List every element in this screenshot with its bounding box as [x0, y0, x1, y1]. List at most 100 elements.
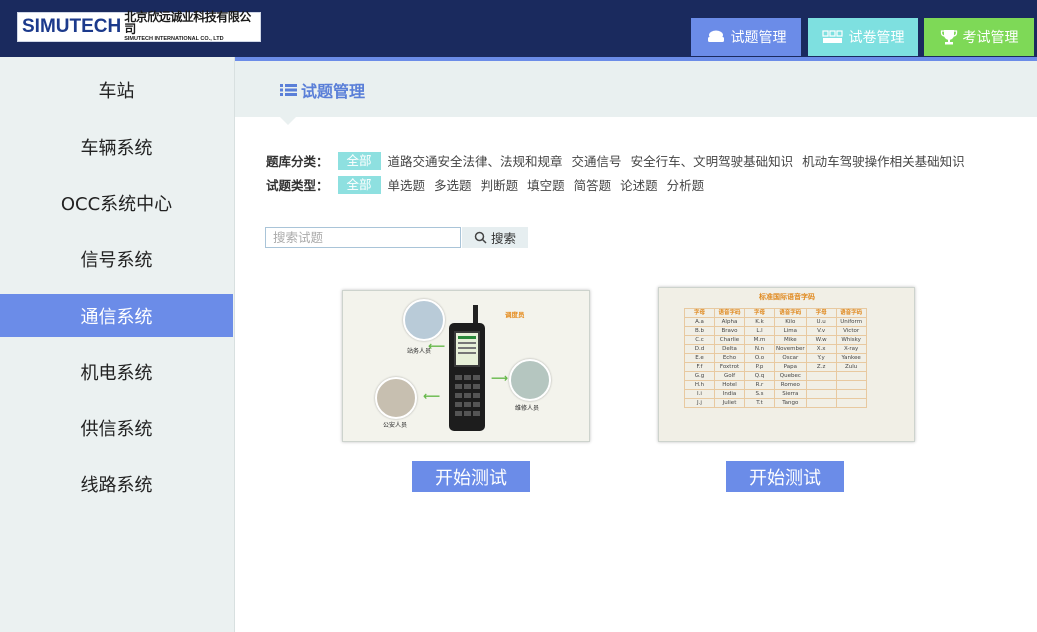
table-cell: E.e [684, 353, 715, 363]
maintenance-staff-photo [509, 359, 551, 401]
category-option[interactable]: 机动车驾驶操作相关基础知识 [802, 151, 965, 170]
type-option[interactable]: 单选题 [388, 175, 426, 194]
type-option[interactable]: 填空题 [527, 175, 565, 194]
hat-icon [707, 30, 724, 42]
table-cell: 字母 [744, 308, 775, 318]
logo-company-name: 北京欣远诚业科技有限公司 [124, 10, 251, 37]
category-option[interactable]: 交通信号 [572, 151, 622, 170]
table-cell: L.l [744, 326, 775, 336]
sidebar-item-occ-center[interactable]: OCC系统中心 [0, 181, 233, 224]
table-cell: 语音字码 [714, 308, 745, 318]
test-card-image-radio[interactable]: 站务人员 公安人员 维修人员 调度员 ⟵ ⟵ ⟶ [342, 290, 590, 442]
table-cell: Victor [835, 326, 867, 336]
table-cell: Sierra [774, 389, 807, 399]
nav-paper-management[interactable]: 试卷管理 [808, 18, 918, 56]
table-cell [805, 389, 837, 399]
table-cell: Mike [774, 335, 807, 345]
table-cell: Tango [774, 398, 807, 408]
table-row: I.i India S.s Sierra [684, 389, 867, 399]
table-cell [805, 380, 837, 390]
table-cell: Whisky [835, 335, 867, 345]
table-cell: India [714, 389, 745, 399]
table-cell: T.t [744, 398, 775, 408]
start-test-button[interactable]: 开始测试 [412, 461, 530, 492]
category-filter: 题库分类： 全部 道路交通安全法律、法规和规章 交通信号 安全行车、文明驾驶基础… [266, 151, 974, 170]
category-filter-label: 题库分类： [266, 154, 329, 169]
nav-exam-management[interactable]: 考试管理 [924, 18, 1034, 56]
table-cell: R.r [744, 380, 775, 390]
table-row: J.j Juliet T.t Tango [684, 398, 867, 408]
table-row: C.c Charlie M.m Mike W.w Whisky [684, 335, 867, 345]
table-cell: Golf [714, 371, 745, 381]
logo-text: SIMUTECH [22, 16, 122, 37]
table-cell: Y.y [805, 353, 837, 363]
table-cell [835, 371, 867, 381]
police-photo [375, 377, 417, 419]
table-cell: Lima [774, 326, 807, 336]
nav-label: 试题管理 [730, 30, 787, 46]
phonetic-table-title: 标准国际语音字码 [759, 293, 815, 301]
station-staff-photo [403, 299, 445, 341]
type-option[interactable]: 简答题 [574, 175, 612, 194]
sidebar-item-power-system[interactable]: 供信系统 [0, 406, 233, 449]
type-option[interactable]: 论述题 [620, 175, 658, 194]
table-cell: November [774, 344, 807, 354]
table-cell: 语音字码 [774, 308, 807, 318]
table-cell: Zulu [835, 362, 867, 372]
nav-label: 试卷管理 [848, 30, 905, 46]
type-option[interactable]: 判断题 [481, 175, 519, 194]
sidebar-item-signal-system[interactable]: 信号系统 [0, 237, 233, 280]
table-cell: 字母 [684, 308, 715, 318]
table-cell: N.n [744, 344, 775, 354]
table-cell: C.c [684, 335, 715, 345]
radio-device-illustration [449, 305, 485, 431]
search-icon [474, 231, 487, 244]
search-input[interactable] [265, 227, 461, 248]
table-row: F.f Foxtrot P.p Papa Z.z Zulu [684, 362, 867, 372]
type-all-chip[interactable]: 全部 [337, 175, 381, 194]
type-filter-label: 试题类型： [266, 178, 329, 193]
category-option[interactable]: 安全行车、文明驾驶基础知识 [631, 151, 794, 170]
company-logo[interactable]: SIMUTECH 北京欣远诚业科技有限公司 SIMUTECH INTERNATI… [17, 10, 261, 43]
table-cell [835, 398, 867, 408]
table-cell: V.v [805, 326, 837, 336]
category-all-chip[interactable]: 全部 [337, 151, 381, 170]
phonetic-alphabet-table: 字母 语音字码 字母 语音字码 字母 语音字码 A.a Alpha K.k Kilo U.u U… [684, 308, 867, 408]
table-cell: Oscar [774, 353, 807, 363]
table-row: H.h Hotel R.r Romeo [684, 380, 867, 390]
sidebar-item-track-system[interactable]: 线路系统 [0, 462, 233, 505]
sidebar-item-communication-system[interactable]: 通信系统 [0, 294, 233, 337]
table-cell: Bravo [714, 326, 745, 336]
table-cell: G.g [684, 371, 715, 381]
table-cell: U.u [805, 317, 837, 327]
table-cell: P.p [744, 362, 775, 372]
table-cell [835, 389, 867, 399]
table-cell: Foxtrot [714, 362, 745, 372]
table-row: E.e Echo O.o Oscar Y.y Yankee [684, 353, 867, 363]
category-option[interactable]: 道路交通安全法律、法规和规章 [388, 151, 563, 170]
table-cell: M.m [744, 335, 775, 345]
sidebar-item-electromechanical-system[interactable]: 机电系统 [0, 350, 233, 393]
table-cell [835, 380, 867, 390]
type-filter: 试题类型： 全部 单选题 多选题 判断题 填空题 简答题 论述题 分析题 [266, 175, 713, 194]
sidebar-item-vehicle-system[interactable]: 车辆系统 [0, 125, 233, 168]
sidebar-item-station[interactable]: 车站 [0, 68, 233, 111]
table-cell: X.x [805, 344, 837, 354]
table-cell: Uniform [835, 317, 867, 327]
table-cell: J.j [684, 398, 715, 408]
arrow-icon: ⟵ [423, 389, 441, 403]
content-header: 试题管理 [235, 61, 1037, 125]
nav-question-management[interactable]: 试题管理 [691, 18, 801, 56]
table-cell: K.k [744, 317, 775, 327]
logo-company-name-en: SIMUTECH INTERNATIONAL CO., LTD [124, 36, 224, 43]
table-cell: Q.q [744, 371, 775, 381]
type-option[interactable]: 分析题 [667, 175, 705, 194]
table-row: G.g Golf Q.q Quebec [684, 371, 867, 381]
test-card-image-phonetic[interactable]: 标准国际语音字码 字母 语音字码 字母 语音字码 字母 语音字码 A.a Alpha K.… [658, 287, 915, 442]
arrow-icon: ⟶ [491, 371, 509, 385]
table-cell: 字母 [805, 308, 837, 318]
type-option[interactable]: 多选题 [434, 175, 472, 194]
search-button[interactable]: 搜索 [462, 227, 528, 248]
trophy-icon [940, 30, 957, 45]
start-test-button[interactable]: 开始测试 [726, 461, 844, 492]
